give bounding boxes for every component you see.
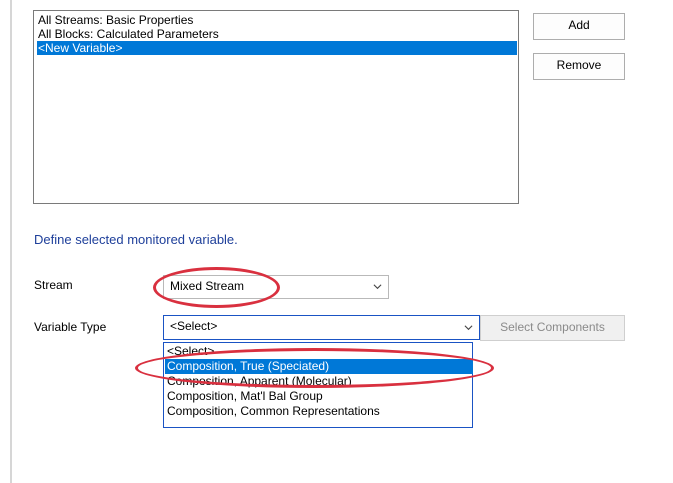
dropdown-option-highlighted[interactable]: Composition, True (Speciated) bbox=[165, 359, 473, 374]
list-item[interactable]: All Blocks: Calculated Parameters bbox=[37, 27, 517, 41]
stream-select-value: Mixed Stream bbox=[170, 279, 245, 293]
stream-label: Stream bbox=[34, 278, 73, 292]
dropdown-option[interactable]: Composition, Apparent (Molecular) bbox=[165, 374, 473, 389]
variable-type-select-value: <Select> bbox=[170, 319, 218, 333]
dropdown-option[interactable]: Composition, Mat'l Bal Group bbox=[165, 389, 473, 404]
dropdown-option[interactable]: Composition, Common Representations bbox=[165, 404, 473, 419]
add-button[interactable]: Add bbox=[533, 13, 625, 40]
monitored-variables-list[interactable]: All Streams: Basic Properties All Blocks… bbox=[33, 10, 519, 204]
select-components-button[interactable]: Select Components bbox=[480, 315, 625, 341]
left-panel-border bbox=[10, 0, 12, 483]
dropdown-option[interactable]: <Select> bbox=[165, 344, 473, 359]
variable-type-select[interactable]: <Select> bbox=[163, 315, 480, 340]
define-variable-hint: Define selected monitored variable. bbox=[34, 232, 238, 247]
chevron-down-icon bbox=[373, 284, 382, 290]
list-item-selected[interactable]: <New Variable> bbox=[37, 41, 517, 55]
list-item[interactable]: All Streams: Basic Properties bbox=[37, 13, 517, 27]
variable-type-dropdown[interactable]: <Select> Composition, True (Speciated) C… bbox=[163, 342, 473, 428]
stream-select[interactable]: Mixed Stream bbox=[163, 275, 389, 299]
chevron-down-icon bbox=[464, 325, 473, 331]
variable-type-label: Variable Type bbox=[34, 320, 107, 334]
remove-button[interactable]: Remove bbox=[533, 53, 625, 80]
